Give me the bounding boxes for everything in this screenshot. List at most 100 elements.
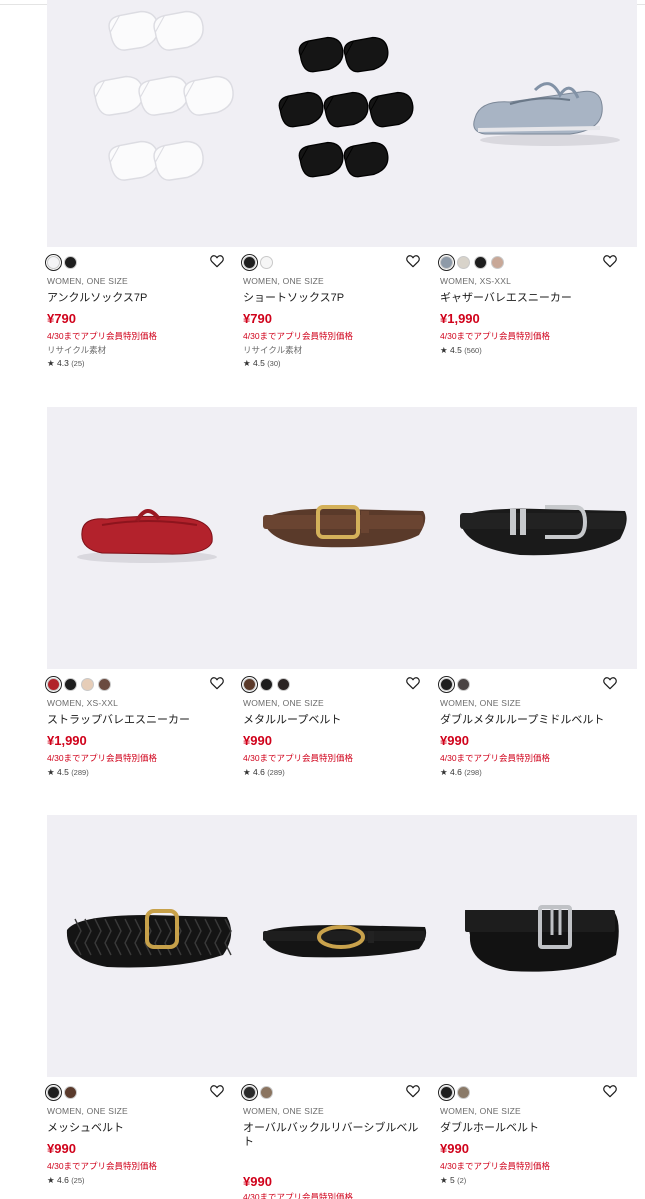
product-image-black-socks[interactable] bbox=[243, 0, 440, 247]
product-gender-size: WOMEN, ONE SIZE bbox=[243, 698, 324, 708]
product-rating: ★ 4.6 (289) bbox=[243, 767, 285, 778]
color-swatch[interactable] bbox=[260, 255, 273, 269]
review-count: (560) bbox=[464, 346, 482, 355]
product-rating: ★ 4.5 (289) bbox=[47, 767, 89, 778]
favorite-heart-icon[interactable] bbox=[602, 1083, 618, 1099]
color-swatch[interactable] bbox=[277, 677, 290, 691]
product-name[interactable]: メッシュベルト bbox=[47, 1121, 124, 1135]
product-card[interactable]: WOMEN, ONE SIZE ダブルメタルループミドルベルト ¥990 4/30まで… bbox=[438, 407, 637, 804]
color-swatch[interactable] bbox=[81, 677, 94, 691]
product-card[interactable]: WOMEN, ONE SIZE ダブルホールベルト ¥990 4/30までアプリ会員特… bbox=[438, 815, 637, 1199]
promo-note: 4/30までアプリ会員特別価格 bbox=[243, 753, 354, 763]
rating-value: 4.3 bbox=[56, 358, 69, 368]
color-swatch[interactable] bbox=[491, 255, 504, 269]
color-swatches bbox=[45, 253, 77, 271]
product-card[interactable]: WOMEN, ONE SIZE メタルループベルト ¥990 4/30までアプリ会員特… bbox=[241, 407, 440, 804]
product-image-mesh-belt[interactable] bbox=[47, 815, 244, 1077]
favorite-heart-icon[interactable] bbox=[405, 1083, 421, 1099]
product-card[interactable]: WOMEN, ONE SIZE ショートソックス7P ¥790 4/30までアプリ会員… bbox=[241, 0, 440, 382]
product-name[interactable]: ストラップバレエスニーカー bbox=[47, 713, 190, 727]
promo-note: 4/30までアプリ会員特別価格 bbox=[243, 1192, 354, 1199]
product-card[interactable]: WOMEN, XS-XXL ストラップバレエスニーカー ¥1,990 4/30までアプ… bbox=[45, 407, 244, 804]
product-price: ¥990 bbox=[47, 1141, 76, 1156]
favorite-heart-icon[interactable] bbox=[209, 1083, 225, 1099]
color-swatch[interactable] bbox=[438, 253, 455, 271]
review-count: (2) bbox=[457, 1176, 467, 1185]
review-count: (289) bbox=[267, 768, 285, 777]
color-swatch[interactable] bbox=[457, 255, 470, 269]
color-swatch[interactable] bbox=[241, 253, 258, 271]
promo-note: 4/30までアプリ会員特別価格 bbox=[47, 753, 158, 763]
favorite-heart-icon[interactable] bbox=[405, 253, 421, 269]
color-swatch[interactable] bbox=[98, 677, 111, 691]
product-price: ¥990 bbox=[440, 1141, 469, 1156]
color-swatch[interactable] bbox=[474, 255, 487, 269]
promo-note: 4/30までアプリ会員特別価格 bbox=[243, 331, 354, 341]
material-label: リサイクル素材 bbox=[243, 345, 303, 355]
product-image-black-belt-silver[interactable] bbox=[440, 407, 637, 669]
product-rating: ★ 4.3 (25) bbox=[47, 358, 85, 369]
product-gender-size: WOMEN, ONE SIZE bbox=[47, 1106, 128, 1116]
color-swatches bbox=[45, 1083, 77, 1101]
product-gender-size: WOMEN, ONE SIZE bbox=[47, 276, 128, 286]
color-swatch[interactable] bbox=[241, 1083, 258, 1101]
color-swatch[interactable] bbox=[260, 1085, 273, 1099]
product-card[interactable]: WOMEN, ONE SIZE オーバルバックルリバーシブルベルト ¥990 4/30… bbox=[241, 815, 440, 1199]
product-price: ¥990 bbox=[440, 733, 469, 748]
product-image-brown-belt[interactable] bbox=[243, 407, 440, 669]
favorite-heart-icon[interactable] bbox=[209, 675, 225, 691]
product-rating: ★ 4.5 (560) bbox=[440, 345, 482, 356]
product-image-white-socks[interactable] bbox=[47, 0, 244, 247]
color-swatches bbox=[45, 675, 111, 693]
color-swatches bbox=[438, 253, 504, 271]
product-gender-size: WOMEN, ONE SIZE bbox=[243, 1106, 324, 1116]
product-name[interactable]: ダブルメタルループミドルベルト bbox=[440, 713, 604, 727]
product-name[interactable]: オーバルバックルリバーシブルベルト bbox=[243, 1121, 428, 1149]
color-swatch[interactable] bbox=[457, 677, 470, 691]
favorite-heart-icon[interactable] bbox=[209, 253, 225, 269]
star-icon: ★ bbox=[47, 358, 57, 368]
color-swatch[interactable] bbox=[438, 675, 455, 693]
product-price: ¥790 bbox=[47, 311, 76, 326]
color-swatch[interactable] bbox=[45, 1083, 62, 1101]
product-name[interactable]: アンクルソックス7P bbox=[47, 291, 147, 305]
color-swatch[interactable] bbox=[457, 1085, 470, 1099]
product-name[interactable]: ギャザーバレエスニーカー bbox=[440, 291, 572, 305]
favorite-heart-icon[interactable] bbox=[602, 253, 618, 269]
product-name[interactable]: ショートソックス7P bbox=[243, 291, 344, 305]
rating-value: 4.6 bbox=[252, 767, 265, 777]
color-swatch[interactable] bbox=[260, 677, 273, 691]
product-gender-size: WOMEN, ONE SIZE bbox=[440, 1106, 521, 1116]
product-price: ¥1,990 bbox=[440, 311, 480, 326]
product-image-gray-sneaker[interactable] bbox=[440, 0, 637, 247]
review-count: (298) bbox=[464, 768, 482, 777]
product-card[interactable]: WOMEN, ONE SIZE メッシュベルト ¥990 4/30までアプリ会員特別価… bbox=[45, 815, 244, 1199]
promo-note: 4/30までアプリ会員特別価格 bbox=[440, 753, 551, 763]
color-swatch[interactable] bbox=[64, 255, 77, 269]
promo-note: 4/30までアプリ会員特別価格 bbox=[440, 1161, 551, 1171]
favorite-heart-icon[interactable] bbox=[405, 675, 421, 691]
product-rating: ★ 4.6 (298) bbox=[440, 767, 482, 778]
product-card[interactable]: WOMEN, ONE SIZE アンクルソックス7P ¥790 4/30までアプリ会員… bbox=[45, 0, 244, 382]
product-card[interactable]: WOMEN, XS-XXL ギャザーバレエスニーカー ¥1,990 4/30までアプリ… bbox=[438, 0, 637, 382]
color-swatches bbox=[241, 1083, 273, 1101]
product-name[interactable]: メタルループベルト bbox=[243, 713, 341, 727]
product-name[interactable]: ダブルホールベルト bbox=[440, 1121, 539, 1135]
product-image-red-flat[interactable] bbox=[47, 407, 244, 669]
favorite-heart-icon[interactable] bbox=[602, 675, 618, 691]
product-gender-size: WOMEN, XS-XXL bbox=[47, 698, 119, 708]
color-swatch[interactable] bbox=[438, 1083, 455, 1101]
color-swatch[interactable] bbox=[64, 1085, 77, 1099]
product-rating: ★ 4.6 (25) bbox=[47, 1175, 85, 1186]
color-swatch[interactable] bbox=[64, 677, 77, 691]
color-swatches bbox=[438, 1083, 470, 1101]
product-image-oval-belt[interactable] bbox=[243, 815, 440, 1077]
color-swatch[interactable] bbox=[45, 675, 62, 693]
rating-value: 5 bbox=[449, 1175, 455, 1185]
star-icon: ★ bbox=[440, 1175, 450, 1185]
color-swatch[interactable] bbox=[45, 253, 62, 271]
rating-value: 4.5 bbox=[56, 767, 69, 777]
product-gender-size: WOMEN, ONE SIZE bbox=[243, 276, 324, 286]
color-swatch[interactable] bbox=[241, 675, 258, 693]
product-image-double-hole-belt[interactable] bbox=[440, 815, 637, 1077]
